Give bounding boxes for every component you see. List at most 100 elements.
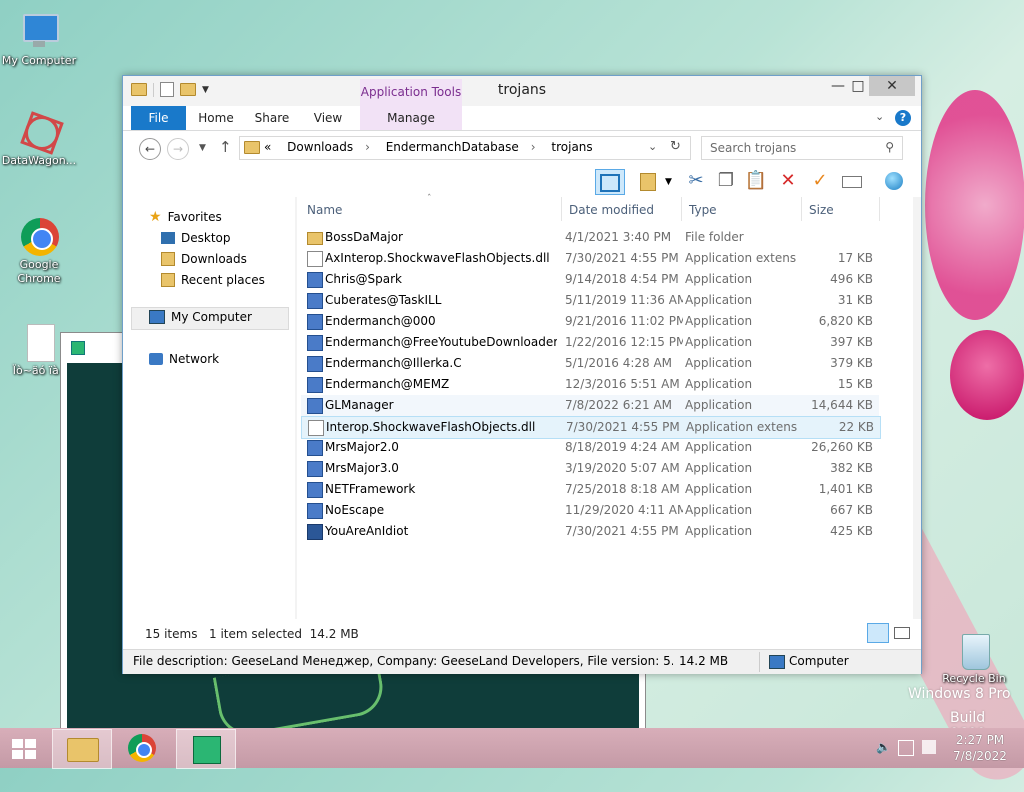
file-date: 1/22/2016 12:15 PM — [565, 335, 683, 349]
file-name: Chris@Spark — [325, 272, 402, 286]
file-size: 397 KB — [830, 335, 873, 349]
file-size: 425 KB — [830, 524, 873, 538]
table-row[interactable]: NETFramework 7/25/2018 8:18 AM Application… — [301, 479, 879, 500]
location: Computer — [789, 654, 849, 668]
help-icon[interactable]: ? — [895, 110, 911, 126]
column-divider — [801, 197, 802, 221]
app-icon — [307, 356, 323, 372]
column-header-type[interactable]: Type — [689, 203, 717, 217]
desktop-icon-google-chrome[interactable]: Google Chrome — [1, 216, 77, 286]
refresh-icon[interactable]: ↻ — [670, 139, 681, 154]
network-status-icon[interactable] — [898, 740, 914, 756]
table-row[interactable]: Interop.ShockwaveFlashObjects.dll 7/30/20… — [301, 416, 881, 439]
nav-recent-places[interactable]: Recent places — [161, 273, 265, 287]
taskbar-installer[interactable] — [176, 729, 236, 769]
cut-icon[interactable]: ✂ — [683, 169, 709, 193]
file-type: File folder — [685, 230, 744, 244]
app-icon — [307, 377, 323, 393]
file-name: Endermanch@000 — [325, 314, 436, 328]
desktop-icon-datawagon[interactable]: DataWagon... — [1, 108, 77, 168]
table-row[interactable]: Endermanch@Illerka.C 5/1/2016 4:28 AM Appl… — [301, 353, 879, 374]
nav-desktop[interactable]: Desktop — [161, 231, 231, 245]
column-header-name[interactable]: Name — [307, 203, 342, 217]
check-icon[interactable]: ✓ — [807, 169, 833, 193]
address-dropdown-icon[interactable]: ⌄ — [648, 140, 657, 153]
column-divider — [879, 197, 880, 221]
search-box[interactable]: Search trojans ⚲ — [701, 136, 903, 160]
large-icons-view-button[interactable] — [891, 623, 911, 641]
preview-pane-icon[interactable] — [595, 169, 625, 195]
table-row[interactable]: MrsMajor3.0 3/19/2020 5:07 AM Application 3… — [301, 458, 879, 479]
copy-icon[interactable]: ❐ — [713, 169, 739, 193]
file-size: 14.2 MB — [679, 654, 729, 668]
table-row[interactable]: NoEscape 11/29/2020 4:11 AM Application 667… — [301, 500, 879, 521]
table-row[interactable]: MrsMajor2.0 8/18/2019 4:24 AM Application 2… — [301, 437, 879, 458]
rename-icon[interactable] — [839, 169, 865, 193]
desktop-icon-recycle-bin[interactable]: Recycle Bin — [936, 630, 1012, 686]
tab-view[interactable]: View — [305, 106, 351, 130]
app-icon — [307, 293, 323, 309]
back-button[interactable]: ← — [139, 138, 161, 160]
selection-info: 1 item selected 14.2 MB — [209, 627, 359, 641]
forward-button[interactable]: → — [167, 138, 189, 160]
table-row[interactable]: Endermanch@000 9/21/2016 11:02 PM Applicat… — [301, 311, 879, 332]
dll-icon — [307, 251, 323, 267]
table-row[interactable]: Cuberates@TaskILL 5/11/2019 11:36 AM Appli… — [301, 290, 879, 311]
taskbar-file-explorer[interactable] — [52, 729, 112, 769]
word-icon — [307, 524, 323, 540]
breadcrumb-endermanchdatabase[interactable]: EndermanchDatabase — [386, 140, 519, 154]
file-name: Endermanch@MEMZ — [325, 377, 450, 391]
file-name: Endermanch@Illerka.C — [325, 356, 462, 370]
title-bar[interactable]: ▼ Application Tools trojans — □ ✕ — [123, 76, 921, 126]
table-row[interactable]: Chris@Spark 9/14/2018 4:54 PM Application 4… — [301, 269, 879, 290]
delete-icon[interactable]: ✕ — [775, 169, 801, 193]
column-header-size[interactable]: Size — [809, 203, 834, 217]
up-button[interactable]: ↑ — [219, 138, 232, 156]
table-row[interactable]: Endermanch@MEMZ 12/3/2016 5:51 AM Applicat… — [301, 374, 879, 395]
explorer-window[interactable]: ▼ Application Tools trojans — □ ✕ File H… — [122, 75, 922, 674]
file-name: AxInterop.ShockwaveFlashObjects.dll — [325, 251, 550, 265]
tab-file[interactable]: File — [131, 106, 186, 130]
breadcrumb-trojans[interactable]: trojans — [551, 140, 592, 154]
nav-my-computer[interactable]: My Computer — [149, 310, 252, 324]
table-row[interactable]: GLManager 7/8/2022 6:21 AM Application 14,6… — [301, 395, 879, 416]
tab-share[interactable]: Share — [249, 106, 295, 130]
nav-downloads[interactable]: Downloads — [161, 252, 247, 266]
globe-icon[interactable] — [881, 169, 907, 193]
tab-manage[interactable]: Manage — [360, 106, 462, 130]
desktop-icon-my-computer[interactable]: My Computer — [1, 12, 77, 68]
column-header-date[interactable]: Date modified — [569, 203, 654, 217]
action-center-icon[interactable] — [922, 740, 936, 754]
start-button[interactable] — [0, 729, 48, 767]
taskbar-chrome[interactable] — [114, 729, 172, 767]
file-name: GLManager — [325, 398, 394, 412]
file-date: 12/3/2016 5:51 AM — [565, 377, 680, 391]
taskbar-clock[interactable]: 2:27 PM 7/8/2022 — [948, 732, 1012, 764]
table-row[interactable]: AxInterop.ShockwaveFlashObjects.dll 7/30/… — [301, 248, 879, 269]
column-divider — [681, 197, 682, 221]
wallpaper-flower — [925, 90, 1024, 320]
recent-locations-icon[interactable]: ▼ — [199, 143, 206, 153]
breadcrumb-overflow[interactable]: « — [264, 140, 271, 154]
table-row[interactable]: BossDaMajor 4/1/2021 3:40 PM File folder — [301, 227, 879, 248]
clock-time: 2:27 PM — [955, 733, 1005, 747]
ribbon-expand-icon[interactable]: ⌄ — [875, 110, 884, 123]
tab-home[interactable]: Home — [191, 106, 241, 130]
breadcrumb-downloads[interactable]: Downloads — [287, 140, 353, 154]
table-row[interactable]: YouAreAnIdiot 7/30/2021 4:55 PM Applicatio… — [301, 521, 879, 542]
table-row[interactable]: Endermanch@FreeYoutubeDownloader 1/22/201… — [301, 332, 879, 353]
desktop-icon — [161, 232, 175, 244]
file-list[interactable]: ˆ Name Date modified Type Size BossDaMaj… — [297, 194, 913, 619]
address-bar[interactable]: « Downloads › EndermanchDatabase › trojans… — [239, 136, 691, 160]
nav-network[interactable]: Network — [149, 352, 219, 366]
close-button[interactable]: ✕ — [869, 76, 915, 96]
details-view-button[interactable] — [867, 623, 889, 643]
properties-icon[interactable] — [635, 169, 661, 193]
maximize-button[interactable]: □ — [845, 76, 871, 96]
nav-favorites[interactable]: ★ Favorites — [149, 209, 222, 225]
paste-icon[interactable]: 📋 — [743, 169, 769, 193]
volume-muted-icon[interactable]: 🔈 — [876, 740, 891, 754]
search-input[interactable]: Search trojans — [710, 141, 796, 155]
properties-dropdown-icon[interactable]: ▼ — [665, 177, 672, 187]
breadcrumb: « Downloads › EndermanchDatabase › trojans — [264, 140, 593, 154]
